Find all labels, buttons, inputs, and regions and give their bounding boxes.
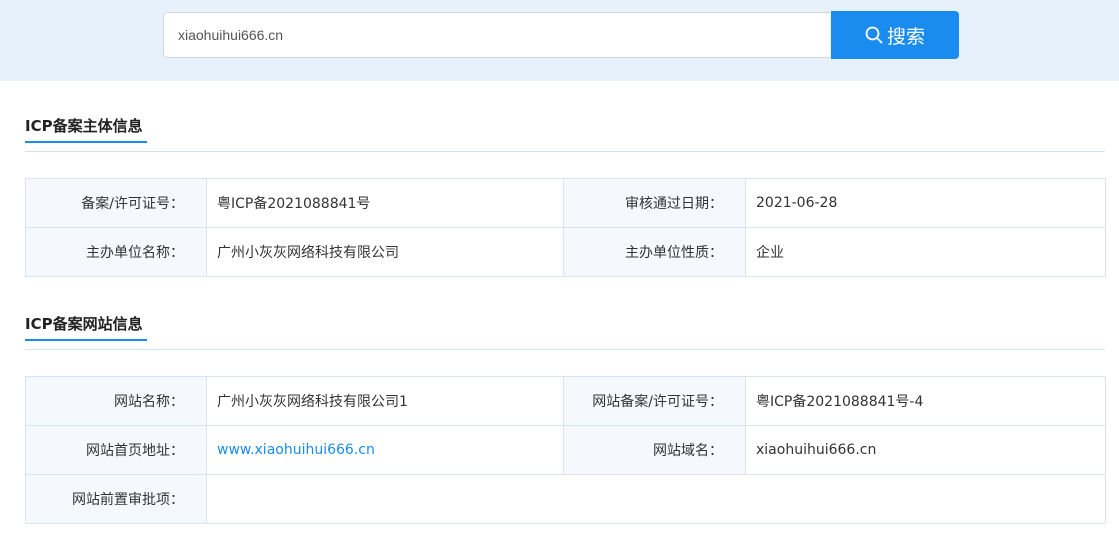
field-label: 网站备案/许可证号： (563, 376, 746, 426)
search-band: 搜索 (0, 0, 1119, 81)
table-row: 备案/许可证号： 粤ICP备2021088841号 审核通过日期： 2021-0… (25, 178, 1106, 228)
homepage-link[interactable]: www.xiaohuihui666.cn (217, 442, 375, 458)
section-title-website: ICP备案网站信息 (25, 315, 143, 333)
field-label: 网站前置审批项： (25, 474, 207, 524)
field-label: 网站名称： (25, 376, 207, 426)
search-button-label: 搜索 (886, 25, 925, 48)
field-label: 备案/许可证号： (25, 178, 207, 228)
section-title-underline (25, 141, 147, 143)
field-value: 2021-06-28 (745, 178, 1106, 228)
field-label: 主办单位名称： (25, 227, 207, 277)
table-row: 网站名称： 广州小灰灰网络科技有限公司1 网站备案/许可证号： 粤ICP备202… (25, 376, 1106, 426)
field-value: 广州小灰灰网络科技有限公司 (206, 227, 564, 277)
table-row: 主办单位名称： 广州小灰灰网络科技有限公司 主办单位性质： 企业 (25, 227, 1106, 277)
table-row: 网站前置审批项： (25, 474, 1106, 524)
search-icon (865, 26, 883, 44)
field-value: xiaohuihui666.cn (745, 425, 1106, 475)
search-button[interactable]: 搜索 (831, 11, 959, 59)
field-value: 广州小灰灰网络科技有限公司1 (206, 376, 564, 426)
section-divider (25, 349, 1105, 350)
field-value: 粤ICP备2021088841号-4 (745, 376, 1106, 426)
field-value: 企业 (745, 227, 1106, 277)
field-label: 网站首页地址： (25, 425, 207, 475)
field-value (206, 474, 1106, 524)
search-input[interactable] (163, 12, 830, 58)
field-value: 粤ICP备2021088841号 (206, 178, 564, 228)
field-label: 审核通过日期： (563, 178, 746, 228)
table-row: 网站首页地址： www.xiaohuihui666.cn 网站域名： xiaoh… (25, 425, 1106, 475)
section-title-subject: ICP备案主体信息 (25, 117, 143, 135)
subject-info-table: 备案/许可证号： 粤ICP备2021088841号 审核通过日期： 2021-0… (25, 178, 1106, 277)
website-info-table: 网站名称： 广州小灰灰网络科技有限公司1 网站备案/许可证号： 粤ICP备202… (25, 376, 1106, 524)
section-divider (25, 151, 1105, 152)
field-label: 主办单位性质： (563, 227, 746, 277)
field-label: 网站域名： (563, 425, 746, 475)
field-value: www.xiaohuihui666.cn (206, 425, 564, 475)
section-title-underline (25, 339, 147, 341)
